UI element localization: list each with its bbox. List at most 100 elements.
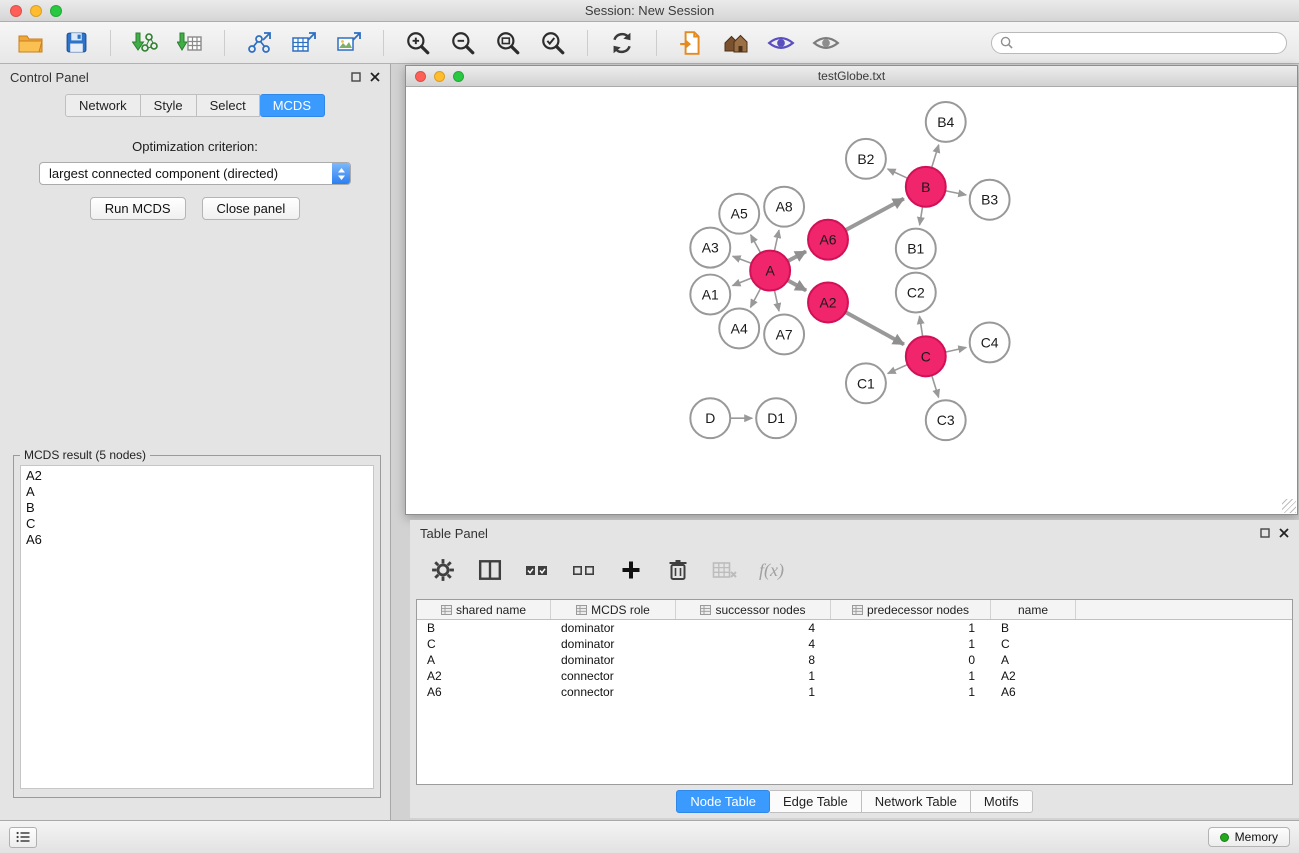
tab-node-table[interactable]: Node Table <box>676 790 770 813</box>
graph-node-A1[interactable]: A1 <box>690 275 730 315</box>
float-table-panel-icon[interactable] <box>1260 528 1270 538</box>
graph-edge-A6-B[interactable] <box>846 199 904 231</box>
graph-node-A5[interactable]: A5 <box>719 194 759 234</box>
cell-predecessor-nodes[interactable]: 1 <box>831 620 991 636</box>
tab-style[interactable]: Style <box>141 94 197 117</box>
import-network-icon[interactable] <box>130 28 160 58</box>
close-network-icon[interactable] <box>415 71 426 82</box>
cell-shared-name[interactable]: A6 <box>417 684 551 700</box>
document-arrow-icon[interactable] <box>676 28 706 58</box>
open-folder-icon[interactable] <box>16 28 46 58</box>
save-icon[interactable] <box>61 28 91 58</box>
graph-edge-A-A3[interactable] <box>733 256 752 263</box>
list-item[interactable]: C <box>26 516 368 532</box>
list-item[interactable]: A <box>26 484 368 500</box>
run-mcds-button[interactable]: Run MCDS <box>90 197 186 220</box>
graph-node-A7[interactable]: A7 <box>764 314 804 354</box>
column-header-name[interactable]: name <box>991 600 1076 619</box>
cell-mcds-role[interactable]: connector <box>551 684 676 700</box>
purple-eye-icon[interactable] <box>766 28 796 58</box>
graph-node-C4[interactable]: C4 <box>970 322 1010 362</box>
graph-node-C1[interactable]: C1 <box>846 363 886 403</box>
list-item[interactable]: A2 <box>26 468 368 484</box>
column-header-mcds-role[interactable]: MCDS role <box>551 600 676 619</box>
graph-edge-B-B4[interactable] <box>932 145 939 168</box>
zoom-in-icon[interactable] <box>403 28 433 58</box>
column-header-predecessor-nodes[interactable]: predecessor nodes <box>831 600 991 619</box>
graph-node-B4[interactable]: B4 <box>926 102 966 142</box>
cell-mcds-role[interactable]: dominator <box>551 636 676 652</box>
cell-name[interactable]: A6 <box>991 684 1076 700</box>
graph-node-D[interactable]: D <box>690 398 730 438</box>
table-row[interactable]: B dominator 4 1 B <box>417 620 1292 636</box>
eye-icon[interactable] <box>811 28 841 58</box>
network-graph[interactable]: AA1A2A3A4A5A6A7A8BB1B2B3B4CC1C2C3C4DD1 <box>406 88 1297 514</box>
graph-node-A2[interactable]: A2 <box>808 283 848 323</box>
zoom-window-icon[interactable] <box>50 5 62 17</box>
graph-edge-C-C4[interactable] <box>945 348 966 353</box>
graph-node-A4[interactable]: A4 <box>719 308 759 348</box>
float-panel-icon[interactable] <box>351 72 361 82</box>
select-all-checkboxes-icon[interactable] <box>524 557 550 583</box>
graph-edge-A-A5[interactable] <box>751 235 761 253</box>
graph-node-B2[interactable]: B2 <box>846 139 886 179</box>
add-column-icon[interactable] <box>618 557 644 583</box>
table-row[interactable]: A dominator 8 0 A <box>417 652 1292 668</box>
graph-node-A[interactable]: A <box>750 251 790 291</box>
resize-grip[interactable] <box>1282 499 1296 513</box>
graph-edge-B-B1[interactable] <box>920 206 923 225</box>
network-window-titlebar[interactable]: testGlobe.txt <box>406 66 1297 87</box>
graph-node-A3[interactable]: A3 <box>690 228 730 268</box>
homes-icon[interactable] <box>721 28 751 58</box>
zoom-out-icon[interactable] <box>448 28 478 58</box>
graph-edge-A-A7[interactable] <box>774 290 779 311</box>
zoom-selected-icon[interactable] <box>538 28 568 58</box>
graph-edge-A-A1[interactable] <box>733 278 752 286</box>
cell-shared-name[interactable]: B <box>417 620 551 636</box>
column-header-shared-name[interactable]: shared name <box>417 600 551 619</box>
graph-node-C3[interactable]: C3 <box>926 400 966 440</box>
close-window-icon[interactable] <box>10 5 22 17</box>
minimize-window-icon[interactable] <box>30 5 42 17</box>
network-canvas[interactable]: AA1A2A3A4A5A6A7A8BB1B2B3B4CC1C2C3C4DD1 <box>406 88 1297 514</box>
cell-name[interactable]: B <box>991 620 1076 636</box>
task-history-button[interactable] <box>9 827 37 848</box>
cell-successor-nodes[interactable]: 4 <box>676 636 831 652</box>
list-item[interactable]: A6 <box>26 532 368 548</box>
graph-edge-A-A4[interactable] <box>751 288 761 307</box>
column-header-successor-nodes[interactable]: successor nodes <box>676 600 831 619</box>
close-panel-button[interactable]: Close panel <box>202 197 301 220</box>
refresh-icon[interactable] <box>607 28 637 58</box>
graph-node-B[interactable]: B <box>906 167 946 207</box>
graph-edge-C-C2[interactable] <box>919 316 922 336</box>
tab-network-table[interactable]: Network Table <box>862 790 971 813</box>
cell-mcds-role[interactable]: dominator <box>551 652 676 668</box>
table-row[interactable]: A6 connector 1 1 A6 <box>417 684 1292 700</box>
cell-name[interactable]: A2 <box>991 668 1076 684</box>
tab-motifs[interactable]: Motifs <box>971 790 1033 813</box>
graph-node-A6[interactable]: A6 <box>808 220 848 260</box>
close-table-panel-icon[interactable] <box>1279 528 1289 538</box>
tab-mcds[interactable]: MCDS <box>260 94 325 117</box>
tab-edge-table[interactable]: Edge Table <box>770 790 862 813</box>
graph-node-A8[interactable]: A8 <box>764 187 804 227</box>
optimization-select[interactable]: largest connected component (directed) <box>39 162 351 185</box>
graph-node-B1[interactable]: B1 <box>896 229 936 269</box>
zoom-network-icon[interactable] <box>453 71 464 82</box>
export-table-icon[interactable] <box>289 28 319 58</box>
graph-edge-B-B3[interactable] <box>945 191 966 195</box>
cell-shared-name[interactable]: C <box>417 636 551 652</box>
cell-predecessor-nodes[interactable]: 1 <box>831 636 991 652</box>
table-row[interactable]: C dominator 4 1 C <box>417 636 1292 652</box>
graph-edge-A-A2[interactable] <box>788 280 807 290</box>
columns-icon[interactable] <box>477 557 503 583</box>
graph-edge-A-A8[interactable] <box>774 230 779 251</box>
mcds-result-list[interactable]: A2 A B C A6 <box>20 465 374 789</box>
tab-select[interactable]: Select <box>197 94 260 117</box>
search-input[interactable] <box>1018 36 1278 50</box>
graph-node-D1[interactable]: D1 <box>756 398 796 438</box>
cell-name[interactable]: A <box>991 652 1076 668</box>
memory-button[interactable]: Memory <box>1208 827 1290 847</box>
cell-successor-nodes[interactable]: 1 <box>676 668 831 684</box>
graph-node-B3[interactable]: B3 <box>970 180 1010 220</box>
